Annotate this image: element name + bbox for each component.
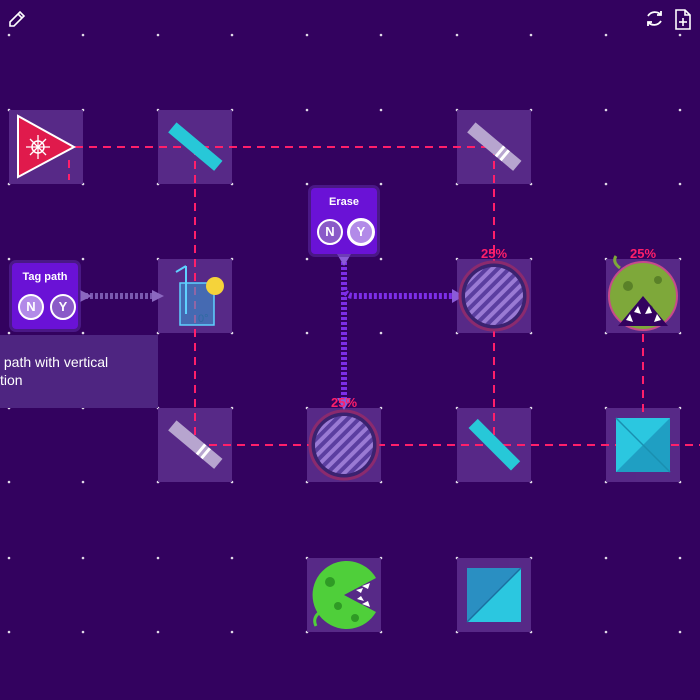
tag-path-gate[interactable]: Tag path N Y: [12, 263, 78, 329]
erase-option-y[interactable]: Y: [347, 218, 375, 246]
tooltip-text: path with vertical tion: [0, 354, 109, 388]
erase-gate[interactable]: Erase N Y: [311, 188, 377, 254]
tag-path-option-n[interactable]: N: [18, 294, 44, 320]
refresh-icon[interactable]: [647, 11, 662, 26]
detector-right-icon[interactable]: [458, 260, 530, 332]
erase-option-n[interactable]: N: [317, 219, 343, 245]
cube-right-icon[interactable]: [615, 417, 671, 473]
detector-middle-icon[interactable]: [308, 409, 380, 481]
cube-bottom-icon[interactable]: [466, 567, 522, 623]
monster-top-percent: 25%: [629, 246, 657, 261]
erase-title: Erase: [329, 196, 359, 208]
file-plus-icon[interactable]: [675, 9, 691, 30]
tooltip-panel: path with vertical tion: [0, 335, 158, 408]
detector-right-percent: 25%: [480, 246, 508, 261]
glass-angle: 0°: [198, 313, 209, 325]
tag-path-option-y[interactable]: Y: [50, 294, 76, 320]
pencil-icon[interactable]: [9, 10, 26, 27]
detector-middle-percent: 25%: [330, 395, 358, 410]
tag-path-title: Tag path: [22, 271, 68, 283]
